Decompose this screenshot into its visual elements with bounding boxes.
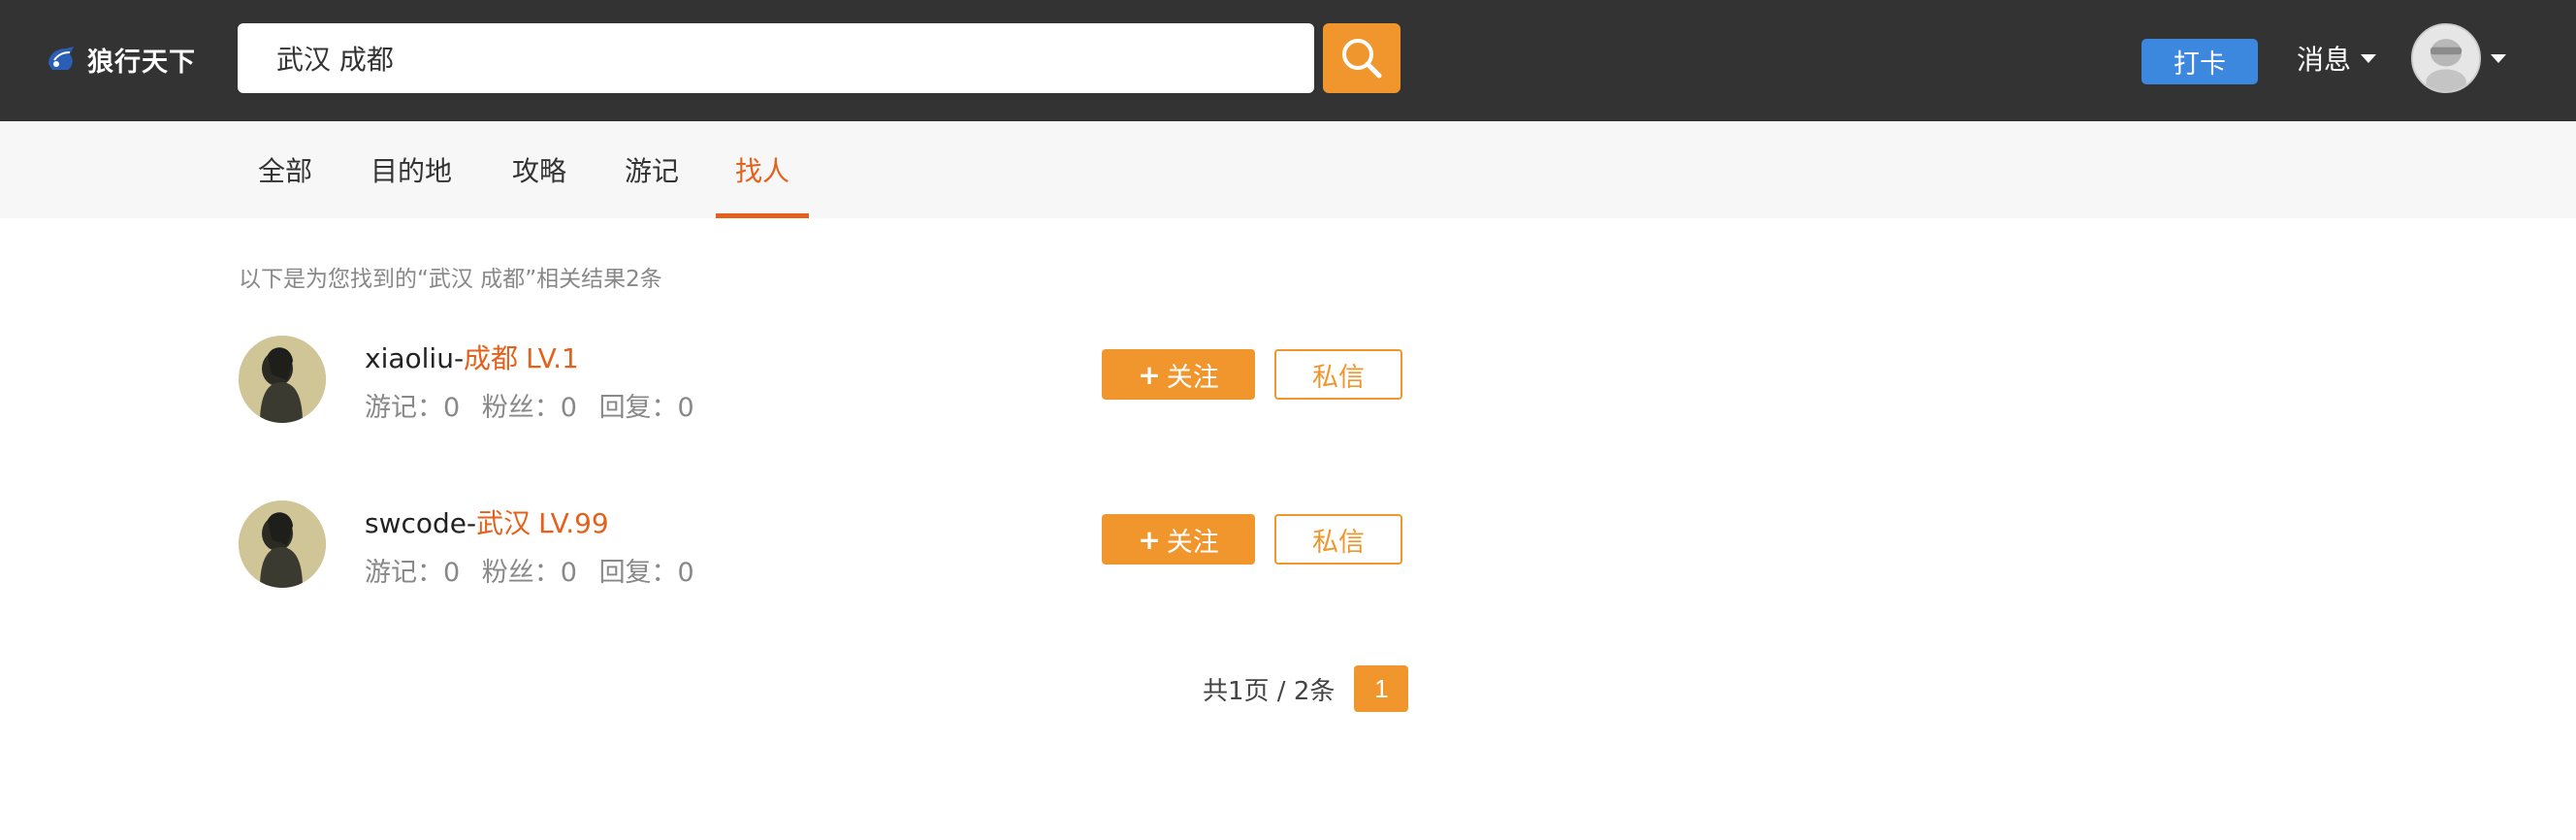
list-item: swcode-武汉 LV.99 游记：0 粉丝：0 回复：0 + 关注 私信 — [239, 501, 1402, 588]
search-tabs: 全部 目的地 攻略 游记 找人 — [0, 121, 2576, 218]
list-item: xiaoliu-成都 LV.1 游记：0 粉丝：0 回复：0 + 关注 私信 — [239, 336, 1402, 423]
plus-icon: + — [1138, 523, 1161, 556]
private-message-button[interactable]: 私信 — [1274, 349, 1402, 400]
top-header: 狼行天下 武汉 成都 打卡 消息 — [0, 0, 2576, 121]
result-summary: 以下是为您找到的“武汉 成都”相关结果2条 — [239, 267, 662, 292]
search-query-text: 武汉 成都 — [276, 44, 394, 76]
user-stats: 游记：0 粉丝：0 回复：0 — [365, 551, 708, 589]
avatar — [2411, 23, 2481, 93]
stat-travel-notes: 游记：0 — [365, 558, 461, 588]
user-avatar[interactable] — [239, 336, 326, 423]
messages-label: 消息 — [2297, 44, 2352, 76]
user-name[interactable]: xiaoliu- — [365, 342, 464, 374]
pagination: 共1页 / 2条 1 — [1203, 665, 1409, 712]
user-city: 成都 — [464, 342, 519, 374]
checkin-button[interactable]: 打卡 — [2141, 39, 2258, 84]
user-title: xiaoliu-成都 LV.1 — [365, 338, 579, 376]
plus-icon: + — [1138, 358, 1161, 391]
tab-guides[interactable]: 攻略 — [493, 121, 586, 218]
stat-replies: 回复：0 — [598, 393, 694, 423]
tab-all[interactable]: 全部 — [239, 121, 332, 218]
tab-destination[interactable]: 目的地 — [359, 121, 464, 218]
follow-label: 关注 — [1166, 527, 1219, 558]
page-button-1[interactable]: 1 — [1354, 665, 1409, 712]
follow-button[interactable]: + 关注 — [1102, 514, 1255, 565]
stat-replies: 回复：0 — [598, 558, 694, 588]
user-level: LV.1 — [526, 342, 579, 374]
stat-fans: 粉丝：0 — [481, 558, 577, 588]
user-avatar[interactable] — [239, 501, 326, 588]
stat-fans: 粉丝：0 — [481, 393, 577, 423]
chevron-down-icon — [2361, 53, 2377, 63]
stat-travel-notes: 游记：0 — [365, 393, 461, 423]
page-info: 共1页 / 2条 — [1203, 676, 1336, 706]
logo-icon — [48, 47, 74, 70]
search-icon — [1342, 39, 1382, 79]
tab-travel-notes[interactable]: 游记 — [605, 121, 698, 218]
user-city: 武汉 — [476, 507, 531, 539]
user-name[interactable]: swcode- — [365, 507, 476, 539]
logo-text: 狼行天下 — [87, 47, 196, 78]
search-input[interactable]: 武汉 成都 — [238, 23, 1314, 93]
follow-label: 关注 — [1166, 362, 1219, 393]
user-title: swcode-武汉 LV.99 — [365, 502, 609, 541]
follow-button[interactable]: + 关注 — [1102, 349, 1255, 400]
user-level: LV.99 — [538, 507, 609, 539]
search-button[interactable] — [1323, 23, 1401, 93]
user-stats: 游记：0 粉丝：0 回复：0 — [365, 386, 708, 424]
tab-find-people[interactable]: 找人 — [716, 121, 809, 218]
site-logo[interactable]: 狼行天下 — [45, 39, 196, 80]
messages-dropdown[interactable]: 消息 — [2297, 39, 2377, 78]
user-menu[interactable] — [2411, 23, 2506, 93]
chevron-down-icon — [2491, 53, 2506, 63]
private-message-button[interactable]: 私信 — [1274, 514, 1402, 565]
